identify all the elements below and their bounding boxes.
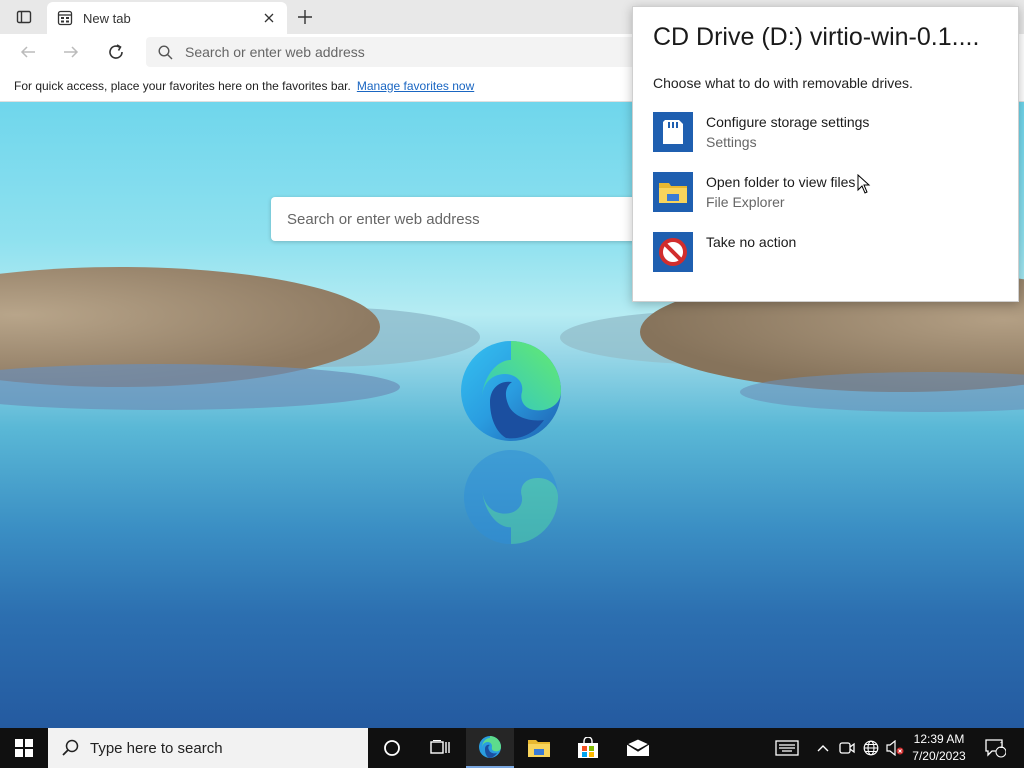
mouse-cursor-icon (857, 174, 871, 194)
tray-volume-button[interactable] (884, 728, 906, 768)
edge-logo-reflection (463, 449, 559, 545)
chevron-up-icon (817, 745, 829, 752)
back-button[interactable] (14, 38, 42, 66)
tray-network-button[interactable] (860, 728, 882, 768)
plus-icon (298, 10, 312, 24)
search-icon (158, 44, 173, 59)
address-bar[interactable]: Search or enter web address (146, 37, 666, 67)
tray-keyboard-button[interactable] (770, 728, 804, 768)
touch-keyboard-icon (775, 740, 799, 756)
tray-clock[interactable]: 12:39 AM 7/20/2023 (905, 731, 973, 765)
refresh-button[interactable] (102, 38, 130, 66)
new-tab-button[interactable] (292, 5, 318, 29)
task-view-button[interactable] (416, 728, 464, 768)
clock-time: 12:39 AM (913, 732, 965, 746)
option-sublabel: File Explorer (706, 194, 785, 210)
task-view-icon (430, 740, 450, 754)
left-shore (0, 364, 400, 410)
address-bar-placeholder: Search or enter web address (185, 44, 365, 60)
edge-icon (479, 736, 501, 758)
option-configure-storage[interactable]: Configure storage settings Settings (653, 112, 1003, 156)
tab-actions-button[interactable] (8, 5, 40, 29)
tab-actions-icon (16, 10, 32, 24)
notification-count: 1 (999, 740, 1005, 750)
taskbar-mail-button[interactable] (614, 728, 662, 768)
cortana-button[interactable] (368, 728, 416, 768)
volume-muted-icon (886, 740, 904, 756)
tab-title: New tab (83, 10, 131, 26)
folder-icon (653, 172, 693, 212)
mail-icon (626, 739, 650, 756)
cortana-icon (384, 740, 400, 756)
option-open-folder[interactable]: Open folder to view files File Explorer (653, 172, 1003, 216)
taskbar-search-placeholder: Type here to search (90, 739, 223, 757)
clock-date: 7/20/2023 (912, 749, 966, 763)
option-take-no-action[interactable]: Take no action (653, 232, 1003, 276)
tab-new-tab[interactable]: New tab (47, 2, 287, 34)
option-label: Configure storage settings (706, 114, 870, 130)
option-sublabel: Settings (706, 134, 757, 150)
start-button[interactable] (0, 728, 48, 768)
edge-logo (461, 341, 561, 441)
tray-show-hidden-button[interactable] (812, 728, 834, 768)
store-icon (578, 737, 598, 758)
windows-logo-icon (15, 739, 33, 757)
autoplay-dialog: CD Drive (D:) virtio-win-0.1.... Choose … (632, 6, 1019, 302)
no-action-icon (653, 232, 693, 272)
autoplay-subtitle: Choose what to do with removable drives. (653, 75, 913, 91)
back-arrow-icon (20, 46, 35, 58)
taskbar-file-explorer-button[interactable] (515, 728, 563, 768)
tab-close-icon[interactable] (261, 10, 277, 26)
taskbar-store-button[interactable] (564, 728, 612, 768)
search-icon (62, 739, 79, 756)
taskbar: Type here to search 12:39 AM 7/20/2023 1 (0, 728, 1024, 768)
action-center-button[interactable]: 1 (980, 728, 1010, 768)
page-search-placeholder: Search or enter web address (287, 210, 480, 228)
forward-button[interactable] (57, 38, 85, 66)
favorites-bar-message: For quick access, place your favorites h… (14, 78, 351, 93)
page-search-box[interactable]: Search or enter web address (271, 197, 641, 241)
new-tab-favicon-icon (57, 10, 73, 26)
meet-now-icon (839, 742, 855, 754)
folder-icon (528, 740, 550, 757)
tray-meet-now-button[interactable] (836, 728, 858, 768)
forward-arrow-icon (64, 46, 79, 58)
taskbar-search-box[interactable]: Type here to search (48, 728, 368, 768)
refresh-icon (109, 44, 123, 59)
option-label: Take no action (706, 234, 797, 250)
option-label: Open folder to view files (706, 174, 856, 190)
taskbar-edge-button[interactable] (466, 728, 514, 768)
sd-card-icon (653, 112, 693, 152)
autoplay-title: CD Drive (D:) virtio-win-0.1.... (653, 23, 980, 51)
manage-favorites-link[interactable]: Manage favorites now (357, 79, 474, 93)
globe-icon (863, 740, 879, 756)
